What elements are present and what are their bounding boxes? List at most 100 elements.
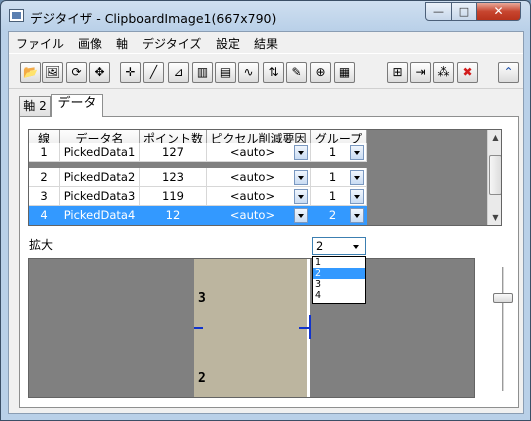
cell-factor-text: <auto> (229, 208, 276, 222)
group-combobox[interactable]: 2 (312, 237, 366, 255)
group-combobox-value: 2 (316, 239, 324, 253)
select-tool-button[interactable]: ✎ (286, 62, 307, 83)
edge-digitize-button[interactable]: ⊿ (168, 62, 189, 83)
delete-button[interactable]: ✖ (457, 62, 478, 83)
add-column-button[interactable]: ⊞ (387, 62, 408, 83)
menu-settings[interactable]: 設定 (216, 35, 240, 52)
close-button[interactable]: ✕ (476, 2, 521, 21)
scroll-thumb[interactable] (489, 155, 501, 195)
cell-count-text: 123 (162, 170, 184, 184)
menu-file[interactable]: ファイル (16, 35, 64, 52)
cell-factor[interactable]: <auto> (207, 187, 311, 206)
cell-name-text: PickedData2 (63, 170, 136, 184)
add-dataset-button[interactable]: ⁂ (433, 62, 454, 83)
cell-group[interactable]: 1 (311, 187, 367, 206)
group-option-3[interactable]: 3 (313, 279, 365, 290)
dropdown-arrow-icon[interactable] (294, 170, 308, 185)
crosshair-left-tick (194, 327, 203, 329)
cell-line[interactable]: 2 (29, 168, 60, 187)
cell-name[interactable]: PickedData3 (60, 187, 140, 206)
group-option-2[interactable]: 2 (313, 268, 365, 279)
cell-group[interactable]: 1 (311, 143, 367, 162)
menu-axis[interactable]: 軸 (116, 35, 128, 52)
cell-count[interactable]: 119 (140, 187, 207, 206)
menu-image[interactable]: 画像 (78, 35, 102, 52)
zoom-view[interactable]: 3 2 (28, 258, 475, 398)
scroll-down-arrow-icon[interactable]: ▼ (488, 210, 501, 225)
data-panel: 線 データ名 ポイント数 ピクセル削減要因 グループ 1 PickedData1 1… (19, 116, 519, 408)
tab-axis2[interactable]: 軸 2 (19, 96, 51, 116)
scroll-up-arrow-icon[interactable]: ▲ (488, 130, 501, 146)
insert-column-button[interactable]: ⇥ (410, 62, 431, 83)
toolbar: 📂 🖼 ⟳ ✥ ✛ ╱ ⊿ ▥ ▤ ∿ ⇅ ✎ ⊕ ▦ ⊞ ⇥ ⁂ ✖ ⌃ (9, 53, 523, 89)
cell-line[interactable]: 1 (29, 143, 60, 162)
cell-group[interactable]: 2 (311, 206, 367, 225)
cell-line[interactable]: 3 (29, 187, 60, 206)
collapse-button[interactable]: ⌃ (498, 62, 519, 83)
cell-name[interactable]: PickedData1 (60, 143, 140, 162)
menu-digitize[interactable]: デジタイズ (142, 35, 201, 52)
cell-count-text: 119 (162, 189, 184, 203)
cell-group-text: 1 (328, 170, 337, 184)
cell-count[interactable]: 127 (140, 143, 207, 162)
import-image-button[interactable]: 🖼 (42, 62, 63, 83)
group-dropdown-list: 1 2 3 4 (312, 256, 366, 304)
cell-factor-text: <auto> (229, 170, 276, 184)
line-digitize-icon: ╱ (149, 65, 158, 79)
cell-count-text: 127 (162, 145, 184, 159)
cell-name[interactable]: PickedData4 (60, 206, 140, 225)
area-digitize-icon: ▤ (219, 65, 232, 79)
cell-name-text: PickedData4 (63, 208, 136, 222)
cell-name[interactable]: PickedData2 (60, 168, 140, 187)
line-digitize-button[interactable]: ╱ (143, 62, 164, 83)
table-scrollbar[interactable]: ▲ ▼ (487, 130, 501, 225)
dropdown-arrow-icon[interactable] (294, 145, 308, 160)
add-point-icon: ⊕ (315, 65, 326, 79)
dropdown-arrow-icon[interactable] (350, 145, 364, 160)
sort-button[interactable]: ⇅ (263, 62, 284, 83)
cell-name-text: PickedData3 (63, 189, 136, 203)
cell-factor[interactable]: <auto> (207, 168, 311, 187)
zoomed-digit-3: 3 (198, 291, 206, 306)
minimize-button[interactable]: — (425, 2, 452, 21)
select-tool-icon: ✎ (291, 65, 302, 79)
client-area: ファイル 画像 軸 デジタイズ 設定 結果 📂 🖼 ⟳ ✥ ✛ ╱ ⊿ ▥ ▤ ∿ ⇅ ✎ ⊕ ▦ ⊞ ⇥ ⁂ ✖… (8, 31, 524, 414)
bar-digitize-icon: ▥ (196, 65, 209, 79)
zoomed-digit-2: 2 (198, 371, 206, 386)
cell-group[interactable]: 1 (311, 168, 367, 187)
maximize-button[interactable]: □ (451, 2, 477, 21)
insert-column-icon: ⇥ (415, 65, 426, 79)
add-point-button[interactable]: ⊕ (310, 62, 331, 83)
pick-point-button[interactable]: ✛ (120, 62, 141, 83)
title-bar[interactable]: デジタイザ - ClipboardImage1(667x790) — □ ✕ (1, 1, 530, 31)
cell-count[interactable]: 123 (140, 168, 207, 187)
open-folder-button[interactable]: 📂 (20, 62, 41, 83)
zoom-slider[interactable] (492, 267, 514, 395)
rotate-image-button[interactable]: ⟳ (66, 62, 87, 83)
dropdown-arrow-icon[interactable] (294, 208, 308, 223)
cell-line-text: 2 (40, 170, 48, 184)
edge-digitize-icon: ⊿ (173, 65, 184, 79)
dropdown-arrow-icon[interactable] (294, 189, 308, 204)
curve-digitize-button[interactable]: ∿ (238, 62, 259, 83)
group-option-1[interactable]: 1 (313, 257, 365, 268)
cell-factor[interactable]: <auto> (207, 206, 311, 225)
bar-digitize-button[interactable]: ▥ (192, 62, 213, 83)
zoom-slider-thumb[interactable] (493, 293, 513, 303)
area-digitize-button[interactable]: ▤ (215, 62, 236, 83)
menu-results[interactable]: 結果 (254, 35, 278, 52)
cell-count[interactable]: 12 (140, 206, 207, 225)
zoom-slider-track (502, 267, 504, 391)
dropdown-arrow-icon[interactable] (350, 170, 364, 185)
tab-data[interactable]: データ (51, 94, 103, 117)
group-option-4[interactable]: 4 (313, 290, 365, 301)
delete-points-button[interactable]: ▦ (334, 62, 355, 83)
zoomed-image: 3 2 (194, 259, 310, 397)
cell-factor[interactable]: <auto> (207, 143, 311, 162)
move-axes-button[interactable]: ✥ (89, 62, 110, 83)
cell-line[interactable]: 4 (29, 206, 60, 225)
dropdown-arrow-icon[interactable] (350, 189, 364, 204)
dropdown-arrow-icon[interactable] (350, 208, 364, 223)
crosshair-vertical-line (309, 315, 311, 339)
rotate-image-icon: ⟳ (71, 65, 82, 79)
